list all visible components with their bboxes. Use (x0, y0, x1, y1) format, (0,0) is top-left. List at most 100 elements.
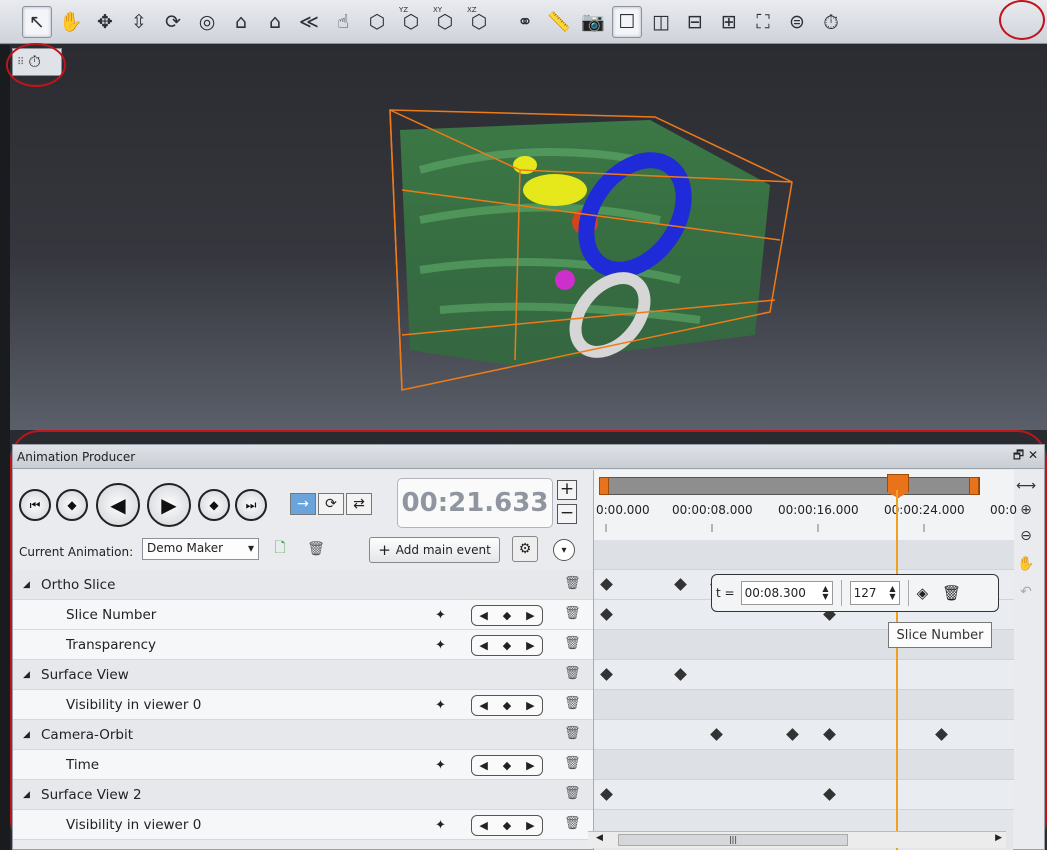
trash-icon[interactable]: 🗑 (564, 606, 581, 621)
time-input[interactable]: 00:08.300 ▲ ▼ (740, 581, 833, 605)
layout-quad-icon[interactable]: ⊞ (714, 6, 744, 38)
interactive-pick-icon[interactable]: ☝ (328, 6, 358, 38)
play-forward-button[interactable]: ▶ (147, 483, 191, 527)
value-input[interactable]: 127 ▲ ▼ (849, 581, 900, 605)
keyframe-navigator[interactable]: ◀ ◆ ▶ (471, 815, 543, 836)
trash-icon[interactable]: 🗑 (564, 756, 581, 771)
undo-icon[interactable]: ↶ (1016, 584, 1036, 600)
keyframe-navigator[interactable]: ◀ ◆ ▶ (471, 695, 543, 716)
timeline-row[interactable] (594, 690, 1014, 720)
add-keyframe-icon[interactable]: ✦ (435, 638, 446, 653)
new-animation-icon[interactable]: 🗋 (269, 538, 291, 560)
add-keyframe-icon[interactable]: ✦ (435, 698, 446, 713)
track-row[interactable]: Visibility in viewer 0 ✦ ◀ ◆ ▶ 🗑 (13, 810, 593, 840)
zoom-out-icon[interactable]: ⊖ (1016, 528, 1036, 544)
fullscreen-icon[interactable]: ⛶ (748, 6, 778, 38)
link-viewers-icon[interactable]: ⊜ (782, 6, 812, 38)
track-row[interactable]: Time ✦ ◀ ◆ ▶ 🗑 (13, 750, 593, 780)
trash-icon[interactable]: 🗑 (564, 816, 581, 831)
playhead-handle[interactable] (887, 474, 909, 498)
layout-single-icon[interactable]: ☐ (612, 5, 642, 38)
current-animation-select[interactable]: Demo Maker ▾ (142, 538, 259, 560)
add-main-event-button[interactable]: + Add main event (369, 537, 500, 563)
seek-icon[interactable]: ≪ (294, 6, 324, 38)
snapshot-icon[interactable]: 📷 (578, 6, 608, 38)
trash-icon[interactable]: 🗑 (564, 786, 581, 801)
view-xy-icon[interactable]: ⬡ XY (430, 6, 460, 38)
time-ruler[interactable]: 0:00.000 00:00:08.000 00:00:16.000 00:00… (594, 470, 1017, 540)
close-icon[interactable]: ✕ (1028, 448, 1038, 462)
time-decrement-button[interactable]: − (557, 504, 577, 524)
keyframe-type-icon[interactable]: ◈ (917, 584, 929, 602)
trash-icon[interactable]: 🗑 (564, 576, 581, 591)
play-backward-button[interactable]: ◀ (96, 483, 140, 527)
add-keyframe-icon[interactable]: ✦ (435, 758, 446, 773)
track-row[interactable]: Transparency ✦ ◀ ◆ ▶ 🗑 (13, 630, 593, 660)
timeline-row[interactable] (594, 540, 1014, 570)
time-range-bar[interactable] (599, 474, 980, 498)
range-start-handle[interactable] (599, 477, 609, 495)
loop-toggle[interactable]: ⟳ (318, 493, 344, 515)
spinner-icon[interactable]: ▲ ▼ (822, 585, 828, 601)
timeline-row[interactable] (594, 720, 1014, 750)
trash-icon[interactable]: 🗑 (564, 666, 581, 681)
scroll-thumb[interactable]: ||| (618, 834, 848, 846)
keyframe-navigator[interactable]: ◀ ◆ ▶ (471, 635, 543, 656)
expand-icon[interactable]: ◢ (23, 730, 30, 740)
pointer-icon[interactable]: ↖ (22, 5, 52, 38)
spinner-icon[interactable]: ▲ ▼ (889, 585, 895, 601)
trash-icon[interactable]: 🗑 (564, 726, 581, 741)
delete-keyframe-icon[interactable]: 🗑 (942, 584, 961, 602)
expand-icon[interactable]: ◢ (23, 790, 30, 800)
move-icon[interactable]: ✥ (90, 6, 120, 38)
range-end-handle[interactable] (969, 477, 979, 495)
expand-icon[interactable]: ◢ (23, 670, 30, 680)
fit-range-icon[interactable]: ⟷ (1016, 478, 1036, 494)
view-yz-icon[interactable]: ⬡ YZ (396, 6, 426, 38)
prev-key-button[interactable]: ◆ (56, 489, 88, 521)
timeline-row[interactable] (594, 780, 1014, 810)
play-once-toggle[interactable]: → (290, 493, 316, 515)
keyframe-navigator[interactable]: ◀ ◆ ▶ (471, 605, 543, 626)
timeline-area[interactable]: 0:00.000 00:00:08.000 00:00:16.000 00:00… (593, 470, 1017, 850)
scroll-left-icon[interactable]: ◀ (596, 833, 603, 843)
add-keyframe-icon[interactable]: ✦ (435, 818, 446, 833)
hand-pan-icon[interactable]: ✋ (56, 6, 86, 38)
trackball-icon[interactable]: ◎ (192, 6, 222, 38)
time-display[interactable]: 00:21.633 (397, 478, 553, 528)
home-icon[interactable]: ⌂ (226, 6, 256, 38)
skip-end-button[interactable]: ⏭ (235, 489, 267, 521)
skip-start-button[interactable]: ⏮ (19, 489, 51, 521)
track-row[interactable]: ◢ Surface View 2 🗑 (13, 780, 593, 810)
animation-producer-icon[interactable]: ⏱ (816, 6, 846, 38)
view-front-icon[interactable]: ⬡ (362, 6, 392, 38)
horizontal-scrollbar[interactable]: ◀ ||| ▶ (588, 831, 1006, 848)
view-xz-icon[interactable]: ⬡ XZ (464, 6, 494, 38)
film-settings-icon[interactable]: ⚙ (512, 536, 538, 562)
trash-icon[interactable]: 🗑 (564, 636, 581, 651)
add-keyframe-icon[interactable]: ✦ (435, 608, 446, 623)
trash-icon[interactable]: 🗑 (564, 696, 581, 711)
timeline-row[interactable] (594, 660, 1014, 690)
scroll-right-icon[interactable]: ▶ (995, 833, 1002, 843)
stereo-glasses-icon[interactable]: ⚭ (510, 6, 540, 38)
track-row[interactable]: ◢ Ortho Slice 🗑 (13, 570, 593, 600)
zoom-in-icon[interactable]: ⊕ (1016, 502, 1036, 518)
expand-icon[interactable]: ◢ (23, 580, 30, 590)
float-icon[interactable]: 🗗 (1013, 448, 1024, 462)
measure-icon[interactable]: 📏 (544, 6, 574, 38)
keyframe-navigator[interactable]: ◀ ◆ ▶ (471, 755, 543, 776)
zoom-icon[interactable]: ⇳ (124, 6, 154, 38)
rotate-icon[interactable]: ⟳ (158, 6, 188, 38)
timeline-row[interactable] (594, 750, 1014, 780)
layout-split-horizontal-icon[interactable]: ⊟ (680, 6, 710, 38)
track-row[interactable]: Slice Number ✦ ◀ ◆ ▶ 🗑 (13, 600, 593, 630)
next-key-button[interactable]: ◆ (198, 489, 230, 521)
pan-hand-icon[interactable]: ✋ (1016, 556, 1036, 572)
track-row[interactable]: ◢ Surface View 🗑 (13, 660, 593, 690)
layout-split-vertical-icon[interactable]: ◫ (646, 6, 676, 38)
options-dropdown-icon[interactable]: ▾ (553, 539, 575, 561)
swing-toggle[interactable]: ⇄ (346, 493, 372, 515)
delete-animation-icon[interactable]: 🗑 (305, 538, 327, 560)
time-increment-button[interactable]: + (557, 480, 577, 500)
